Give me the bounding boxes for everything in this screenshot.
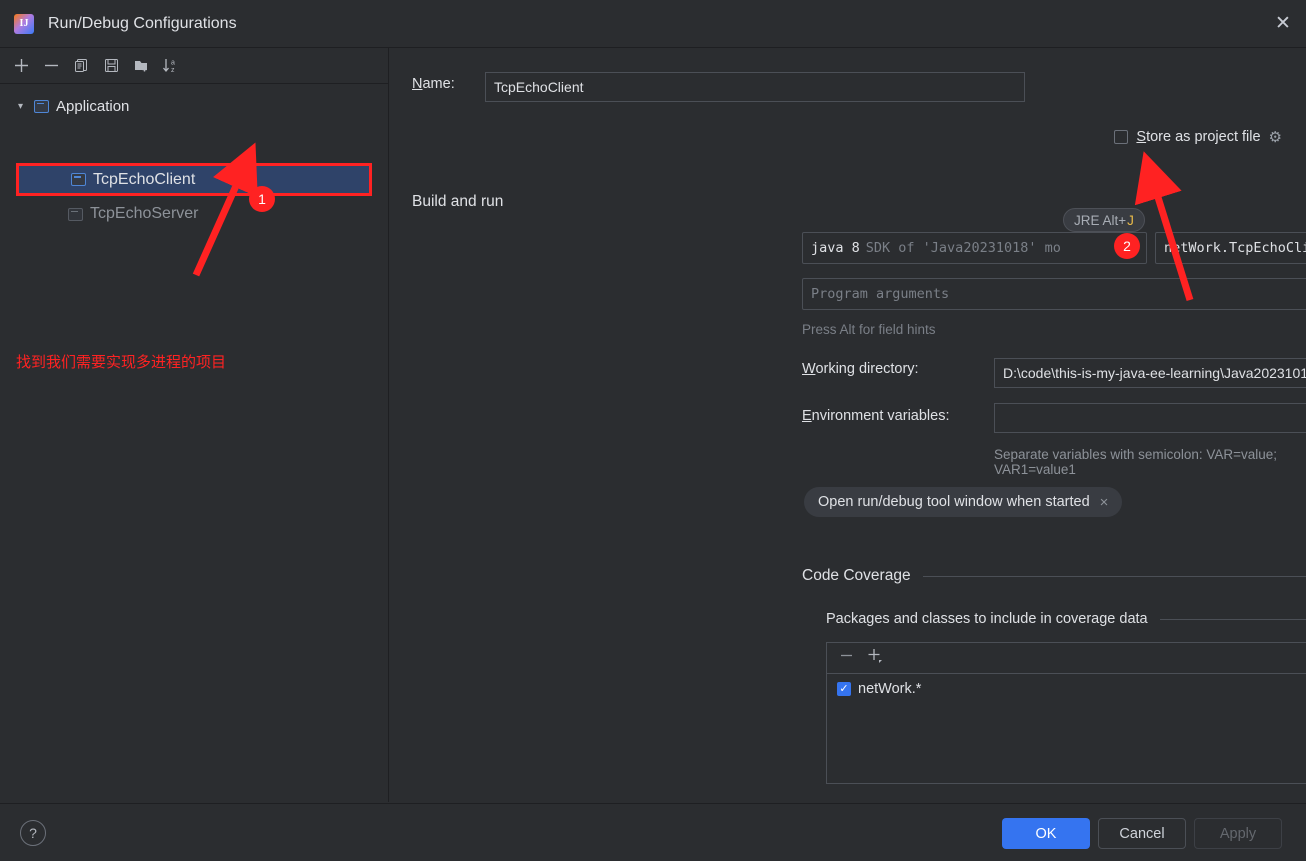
- packages-list-box: ✓ netWork.*: [826, 642, 1306, 784]
- remove-configuration-button[interactable]: [38, 53, 64, 79]
- annotation-note-chinese: 找到我们需要实现多进程的项目: [16, 353, 227, 371]
- divider: [1159, 618, 1306, 620]
- tree-group-application[interactable]: ▾ Application: [0, 92, 388, 120]
- name-label-row: Name:: [412, 76, 455, 92]
- working-directory-value: D:\code\this-is-my-java-ee-learning\Java…: [1003, 365, 1306, 381]
- environment-variables-note: Separate variables with semicolon: VAR=v…: [994, 447, 1278, 477]
- divider: [922, 575, 1306, 577]
- annotation-badge-2: 2: [1114, 233, 1140, 259]
- store-as-project-file-label: Store as project file: [1136, 129, 1261, 145]
- sidebar-item-tcpechoserver[interactable]: TcpEchoServer: [16, 200, 372, 228]
- chevron-down-icon: ▾: [18, 100, 24, 112]
- configurations-sidebar: a z ▾ Application TcpEchoClient TcpEchoS…: [0, 48, 389, 832]
- tree-group-label: Application: [56, 97, 130, 115]
- program-arguments-placeholder: Program arguments: [811, 286, 950, 302]
- ok-button[interactable]: OK: [1002, 818, 1090, 849]
- store-as-project-file-checkbox[interactable]: [1114, 130, 1129, 144]
- option-pill-label: Open run/debug tool window when started: [818, 494, 1090, 510]
- environment-variables-label: Environment variables:: [802, 408, 950, 424]
- annotation-badge-1: 1: [249, 186, 275, 212]
- code-coverage-header: Code Coverage Modify ▾: [802, 567, 1306, 585]
- move-to-folder-button[interactable]: [128, 53, 154, 79]
- run-debug-configurations-dialog: IJ Run/Debug Configurations ✕ a z ▾ Appl…: [0, 0, 1306, 861]
- name-label: Name:: [412, 76, 455, 92]
- page-title: Run/Debug Configurations: [48, 14, 237, 32]
- jre-version: java 8: [811, 240, 860, 256]
- application-icon: [34, 99, 49, 113]
- working-directory-label: Working directory:: [802, 361, 919, 377]
- save-configuration-button[interactable]: [98, 53, 124, 79]
- svg-text:z: z: [171, 67, 175, 74]
- package-include-checkbox[interactable]: ✓: [837, 682, 851, 696]
- application-icon: [71, 173, 86, 186]
- application-icon: [68, 207, 83, 221]
- field-hints-note: Press Alt for field hints: [802, 322, 936, 337]
- package-label: netWork.*: [858, 681, 922, 697]
- packages-label: Packages and classes to include in cover…: [826, 611, 1148, 627]
- jre-sdk-description: SDK of 'Java20231018' mo: [865, 240, 1061, 256]
- sort-configurations-button[interactable]: a z: [158, 53, 184, 79]
- main-class-input[interactable]: netWork.TcpEchoClient: [1155, 232, 1306, 264]
- packages-toolbar: [827, 643, 1306, 674]
- sidebar-item-tcpechoclient[interactable]: TcpEchoClient: [16, 163, 372, 196]
- main-class-value: netWork.TcpEchoClient: [1164, 240, 1306, 256]
- apply-button[interactable]: Apply: [1194, 818, 1282, 849]
- cancel-button[interactable]: Cancel: [1098, 818, 1186, 849]
- code-coverage-title: Code Coverage: [802, 567, 911, 584]
- add-configuration-button[interactable]: [8, 53, 34, 79]
- environment-variables-label-row: Environment variables:: [802, 407, 950, 425]
- working-directory-input[interactable]: D:\code\this-is-my-java-ee-learning\Java…: [994, 358, 1306, 388]
- close-icon[interactable]: ×: [1100, 494, 1109, 511]
- sidebar-item-label: TcpEchoServer: [90, 205, 199, 222]
- program-arguments-input[interactable]: Program arguments: [802, 278, 1306, 310]
- title-bar: IJ Run/Debug Configurations ✕: [0, 0, 1306, 48]
- dialog-footer: ? OK Cancel Apply CSDN @不能再留遗憾了: [0, 803, 1306, 861]
- configurations-tree: ▾ Application: [0, 84, 388, 120]
- list-item[interactable]: ✓ netWork.*: [827, 674, 1306, 697]
- jre-hint-chip: JRE Alt+ J: [1063, 208, 1145, 232]
- add-package-button[interactable]: [866, 647, 883, 669]
- sidebar-item-label: TcpEchoClient: [93, 170, 196, 188]
- intellij-idea-icon: IJ: [14, 13, 34, 34]
- packages-header: Packages and classes to include in cover…: [826, 611, 1306, 627]
- name-input[interactable]: TcpEchoClient: [485, 72, 1025, 102]
- copy-configuration-button[interactable]: [68, 53, 94, 79]
- remove-package-button[interactable]: [839, 648, 854, 668]
- configuration-form: Name: TcpEchoClient Store as project fil…: [390, 48, 1306, 802]
- help-button[interactable]: ?: [20, 820, 46, 846]
- gear-icon[interactable]: ⚙: [1269, 128, 1282, 146]
- jre-select[interactable]: java 8 SDK of 'Java20231018' mo ▾: [802, 232, 1147, 264]
- close-icon[interactable]: ✕: [1260, 0, 1306, 47]
- working-directory-label-row: Working directory:: [802, 361, 919, 377]
- sidebar-toolbar: a z: [0, 48, 388, 84]
- build-and-run-heading: Build and run: [412, 193, 504, 210]
- option-pill-open-tool-window[interactable]: Open run/debug tool window when started …: [804, 487, 1123, 517]
- environment-variables-input[interactable]: [994, 403, 1306, 433]
- svg-text:a: a: [171, 60, 175, 67]
- store-as-project-file-row[interactable]: Store as project file ⚙: [1114, 128, 1282, 146]
